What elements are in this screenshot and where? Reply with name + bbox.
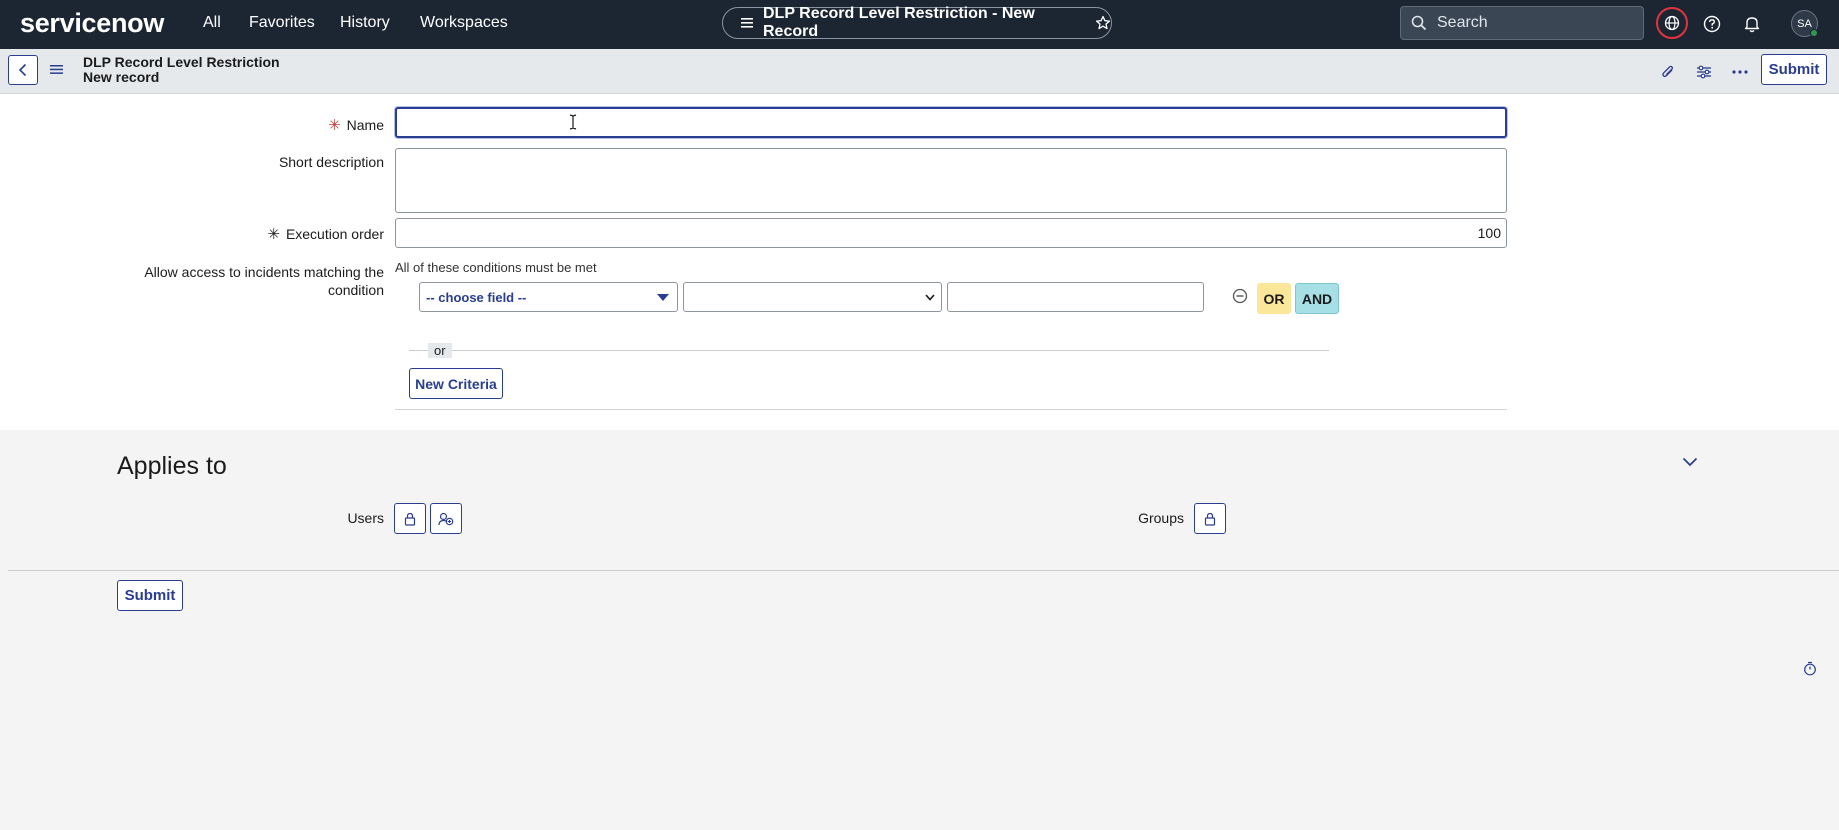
groups-lock-button[interactable] <box>1194 503 1226 534</box>
remove-condition-icon[interactable] <box>1232 288 1248 304</box>
hamburger-icon[interactable] <box>50 64 63 75</box>
groups-label: Groups <box>1138 510 1184 526</box>
lock-icon <box>404 512 416 526</box>
bell-icon[interactable] <box>1739 11 1765 37</box>
record-title: DLP Record Level Restriction - New Recor… <box>763 5 1035 40</box>
back-button[interactable] <box>8 55 38 85</box>
choose-field-select[interactable]: -- choose field -- <box>419 282 678 312</box>
form-title: DLP Record Level Restriction <box>83 54 280 70</box>
name-input[interactable] <box>395 107 1507 138</box>
submit-button-top[interactable]: Submit <box>1761 54 1827 85</box>
user-avatar[interactable]: SA <box>1791 10 1818 37</box>
search-placeholder: Search <box>1437 14 1488 31</box>
more-icon[interactable] <box>1729 61 1751 83</box>
form-body: ✳ Name Short description ✳ Execution order… <box>0 94 1839 430</box>
nav-all[interactable]: All <box>203 14 221 32</box>
star-icon[interactable] <box>1095 15 1111 31</box>
execution-order-label: ✳ Execution order <box>267 226 384 243</box>
global-search-input[interactable]: Search <box>1400 6 1644 40</box>
list-icon <box>741 18 753 28</box>
timer-icon[interactable] <box>1803 661 1817 676</box>
back-icon <box>18 63 27 77</box>
add-user-icon <box>438 512 454 525</box>
record-title-pill[interactable]: DLP Record Level Restriction - New Recor… <box>722 5 1112 40</box>
execution-order-value: 100 <box>1477 225 1501 241</box>
submit-button-bottom[interactable]: Submit <box>117 580 183 611</box>
attachment-icon[interactable] <box>1657 61 1679 83</box>
condition-header: All of these conditions must be met <box>395 260 597 275</box>
or-button[interactable]: OR <box>1257 283 1291 314</box>
nav-workspaces[interactable]: Workspaces <box>420 14 508 32</box>
chevron-down-icon <box>925 294 935 301</box>
short-description-input[interactable] <box>395 148 1507 213</box>
users-label: Users <box>347 510 384 526</box>
nav-favorites[interactable]: Favorites <box>249 14 315 32</box>
top-navigation: servicenow All Favorites History Workspa… <box>0 0 1839 49</box>
execution-order-input[interactable]: 100 <box>395 218 1507 248</box>
required-marker: ✳ <box>267 226 280 243</box>
settings-sliders-icon[interactable] <box>1693 61 1715 83</box>
condition-label: Allow access to incidents matching the c… <box>144 264 384 298</box>
form-subtitle: New record <box>83 69 160 85</box>
required-marker: ✳ <box>328 117 341 134</box>
condition-value-input[interactable] <box>947 282 1204 312</box>
applies-to-heading: Applies to <box>117 452 227 480</box>
users-add-me-button[interactable] <box>430 503 462 534</box>
or-separator-label: or <box>428 343 452 358</box>
short-description-label: Short description <box>278 154 384 170</box>
search-icon <box>1411 15 1427 31</box>
servicenow-logo[interactable]: servicenow <box>20 8 164 39</box>
form-header: DLP Record Level Restriction New record … <box>0 49 1839 94</box>
presence-dot <box>1810 29 1818 37</box>
nav-history[interactable]: History <box>340 14 390 32</box>
footer-divider <box>8 570 1839 571</box>
name-label: ✳ Name <box>328 117 384 134</box>
section-divider <box>395 409 1507 410</box>
users-lock-button[interactable] <box>394 503 426 534</box>
chevron-down-icon[interactable] <box>1682 457 1698 467</box>
lock-icon <box>1204 512 1216 526</box>
globe-icon[interactable] <box>1656 7 1688 39</box>
help-icon[interactable] <box>1699 11 1725 37</box>
caret-down-icon <box>657 294 669 301</box>
text-cursor-icon <box>569 114 577 130</box>
new-criteria-button[interactable]: New Criteria <box>409 368 503 399</box>
operator-select[interactable] <box>683 282 942 312</box>
and-button[interactable]: AND <box>1295 283 1339 314</box>
or-divider <box>409 350 1329 351</box>
